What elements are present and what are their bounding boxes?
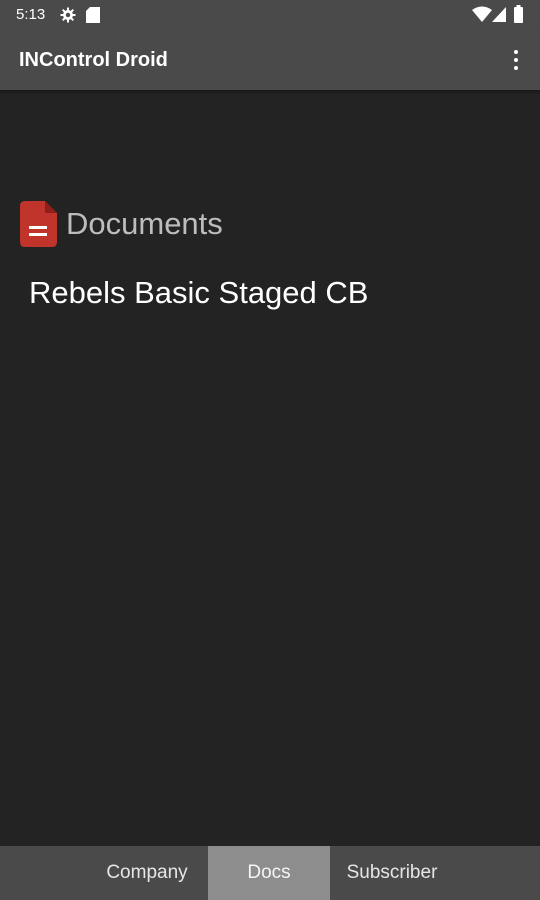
documents-panel: Documents Rebels Basic Staged CB (0, 90, 540, 846)
tab-docs[interactable]: Docs (208, 846, 330, 900)
documents-title: Documents (66, 206, 223, 241)
tab-subscriber[interactable]: Subscriber (330, 846, 454, 900)
documents-header: Documents (20, 200, 223, 248)
app-bar: INControl Droid (0, 30, 540, 90)
gear-icon (60, 7, 76, 23)
sd-card-icon (86, 7, 100, 23)
document-icon (20, 201, 57, 247)
more-vert-icon[interactable] (502, 42, 530, 78)
app-title: INControl Droid (19, 49, 168, 71)
screen: 5:13 INControl Droid Documents Rebels Ba… (0, 0, 540, 900)
tab-company[interactable]: Company (86, 846, 208, 900)
wifi-icon (472, 6, 492, 22)
bottom-tab-bar: Company Docs Subscriber (0, 846, 540, 900)
battery-icon (514, 5, 523, 23)
status-time: 5:13 (16, 6, 46, 23)
signal-icon (492, 7, 506, 22)
document-item[interactable]: Rebels Basic Staged CB (29, 273, 368, 313)
status-bar: 5:13 (0, 0, 540, 30)
